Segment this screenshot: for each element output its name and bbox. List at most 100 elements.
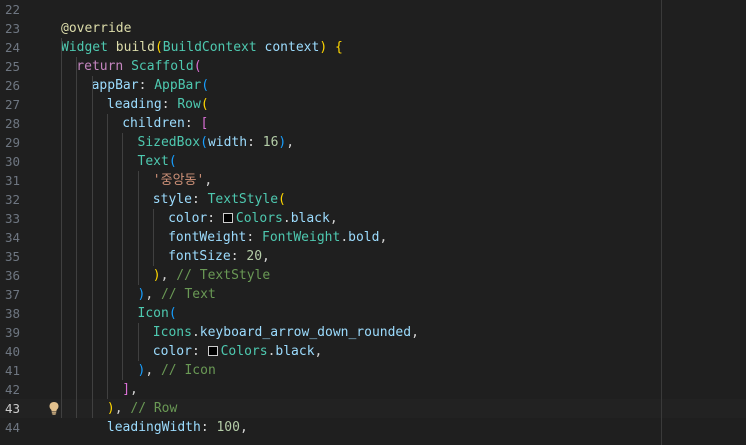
- code-token: bold: [348, 230, 380, 245]
- code-token: children: [122, 116, 185, 131]
- code-text: Icon(: [138, 304, 177, 323]
- code-token: ): [152, 268, 161, 283]
- indent-guide: [138, 171, 139, 285]
- code-text: ],: [122, 380, 138, 399]
- line-number: 29: [4, 135, 20, 150]
- code-token: leadingWidth: [106, 420, 201, 435]
- code-token: black: [275, 344, 315, 359]
- code-token: (: [168, 306, 177, 321]
- code-line[interactable]: 29 SizedBox(width: 16),: [0, 133, 746, 152]
- code-text: style: TextStyle(: [153, 190, 286, 209]
- code-token: color: [168, 211, 208, 226]
- code-token: (: [154, 40, 163, 55]
- line-number: 44: [4, 420, 20, 435]
- code-token: Icon: [137, 306, 169, 321]
- code-token: '중앙동': [152, 173, 205, 188]
- code-token: ,: [204, 173, 213, 188]
- code-token: @override: [61, 21, 132, 36]
- code-line[interactable]: 35 fontSize: 20,: [0, 247, 746, 266]
- code-line[interactable]: 30 Text(: [0, 152, 746, 171]
- code-token: ,: [314, 344, 323, 359]
- code-token: TextStyle: [207, 192, 279, 207]
- code-line[interactable]: 38 Icon(: [0, 304, 746, 323]
- code-text: Widget build(BuildContext context) {: [61, 38, 343, 57]
- line-number: 40: [4, 344, 20, 359]
- code-token: ,: [114, 401, 131, 416]
- color-swatch-icon[interactable]: [207, 346, 218, 356]
- code-line[interactable]: 34 fontWeight: FontWeight.bold,: [0, 228, 746, 247]
- line-number: 23: [4, 21, 20, 36]
- code-token: ,: [239, 420, 248, 435]
- code-line[interactable]: 27 leading: Row(: [0, 95, 746, 114]
- code-token: AppBar: [154, 78, 202, 93]
- code-token: :: [191, 344, 208, 359]
- code-text: color: Colors.black,: [168, 209, 338, 228]
- line-number: 39: [4, 325, 20, 340]
- line-number: 36: [4, 268, 20, 283]
- code-token: ,: [379, 230, 388, 245]
- code-token: style: [152, 192, 192, 207]
- code-line[interactable]: 28 children: [: [0, 114, 746, 133]
- code-token: keyboard_arrow_down_rounded: [199, 325, 412, 340]
- code-editor[interactable]: 22 23 @override 24 Widget build(BuildContext…: [0, 0, 746, 445]
- code-token: Scaffold: [131, 59, 194, 74]
- code-token: Icons: [152, 325, 192, 340]
- code-line[interactable]: 43), // Row: [0, 399, 746, 418]
- code-line[interactable]: 36), // TextStyle: [0, 266, 746, 285]
- code-token: :: [246, 230, 263, 245]
- code-token: fontWeight: [168, 230, 247, 245]
- code-token: ,: [262, 249, 270, 264]
- code-line[interactable]: 25 return Scaffold(: [0, 57, 746, 76]
- code-token: leading: [106, 97, 162, 112]
- line-number: 22: [4, 2, 20, 17]
- code-token: ,: [130, 382, 138, 397]
- code-token: FontWeight: [262, 230, 341, 245]
- code-token: :: [247, 135, 263, 150]
- code-text: ), // Text: [138, 285, 216, 304]
- code-token: return: [76, 59, 124, 74]
- color-swatch-icon[interactable]: [222, 213, 233, 223]
- code-token: ): [319, 40, 328, 55]
- indent-guide: [107, 114, 108, 399]
- indent-guide: [92, 76, 93, 418]
- line-number: 30: [4, 154, 20, 169]
- code-line[interactable]: 40 color: Colors.black,: [0, 342, 746, 361]
- code-line[interactable]: 24 Widget build(BuildContext context) {: [0, 38, 746, 57]
- code-token: (: [200, 97, 209, 112]
- indent-guide: [138, 323, 139, 361]
- code-text: leading: Row(: [107, 95, 209, 114]
- line-number: 34: [4, 230, 20, 245]
- indent-guide: [76, 57, 77, 418]
- code-token: appBar: [91, 78, 139, 93]
- code-line[interactable]: 33 color: Colors.black,: [0, 209, 746, 228]
- code-line[interactable]: 22: [0, 0, 746, 19]
- line-number: 37: [4, 287, 20, 302]
- code-text: return Scaffold(: [76, 57, 201, 76]
- code-line[interactable]: 32 style: TextStyle(: [0, 190, 746, 209]
- indent-guide: [122, 133, 123, 380]
- lightbulb-icon[interactable]: [48, 401, 60, 415]
- code-line[interactable]: 42],: [0, 380, 746, 399]
- line-number: 24: [4, 40, 20, 55]
- code-text: fontSize: 20,: [168, 247, 270, 266]
- code-token: (: [278, 192, 286, 207]
- code-line[interactable]: 26 appBar: AppBar(: [0, 76, 746, 95]
- indent-guide: [153, 209, 154, 266]
- code-line[interactable]: 44 leadingWidth: 100,: [0, 418, 746, 437]
- code-token: // TextStyle: [176, 268, 271, 283]
- code-text: '중앙동',: [153, 171, 212, 190]
- code-line[interactable]: 31 '중앙동',: [0, 171, 746, 190]
- code-token: (: [201, 78, 210, 93]
- code-text: children: [: [122, 114, 208, 133]
- code-line[interactable]: 39 Icons.keyboard_arrow_down_rounded,: [0, 323, 746, 342]
- code-line[interactable]: 41), // Icon: [0, 361, 746, 380]
- code-token: :: [207, 211, 223, 226]
- code-token: .: [340, 230, 349, 245]
- code-line[interactable]: 23 @override: [0, 19, 746, 38]
- code-token: ,: [145, 287, 161, 302]
- code-token: :: [191, 192, 208, 207]
- code-line[interactable]: 37 ), // Text: [0, 285, 746, 304]
